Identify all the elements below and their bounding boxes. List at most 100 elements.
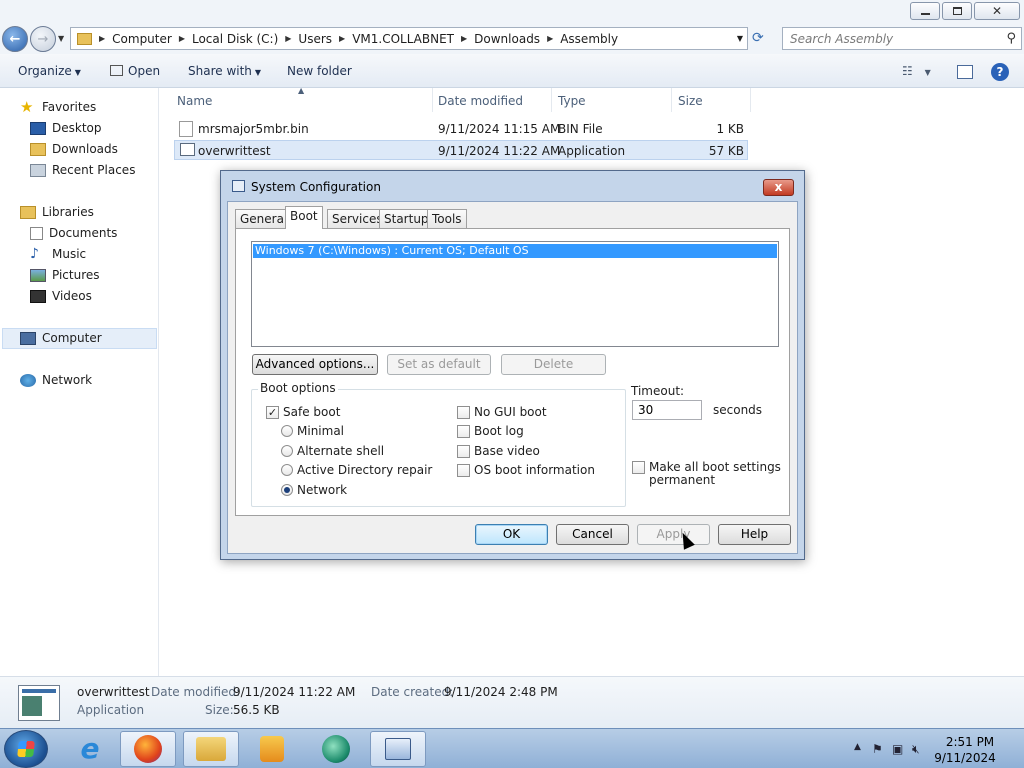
nav-desktop[interactable]: Desktop	[30, 121, 102, 135]
details-file-name: overwrittest	[77, 685, 150, 699]
details-size-label: Size:	[205, 703, 234, 717]
clock-time[interactable]: 2:51 PM	[940, 735, 1000, 749]
chevron-up-icon[interactable]: ▲	[854, 742, 861, 752]
breadcrumb-user[interactable]: VM1.COLLABNET	[352, 32, 454, 46]
search-input[interactable]: Search Assembly ⚲	[782, 27, 1022, 50]
network-radio[interactable]: Network	[281, 483, 347, 497]
column-separator[interactable]	[750, 88, 751, 112]
breadcrumb-assembly[interactable]: Assembly	[560, 32, 618, 46]
advanced-options-button[interactable]: Advanced options...	[252, 354, 378, 375]
column-separator[interactable]	[432, 88, 433, 112]
taskbar-system-configuration[interactable]	[370, 731, 426, 767]
column-name[interactable]: Name	[177, 94, 212, 108]
chevron-down-icon[interactable]: ▼	[737, 34, 743, 43]
breadcrumb-downloads[interactable]: Downloads	[474, 32, 540, 46]
taskbar-explorer[interactable]	[183, 731, 239, 767]
organize-button[interactable]: Organize ▼	[18, 64, 81, 78]
help-icon[interactable]: ?	[991, 63, 1009, 81]
os-boot-information-checkbox[interactable]: OS boot information	[457, 463, 595, 477]
details-date-modified: 9/11/2024 11:22 AM	[233, 685, 356, 699]
nav-computer[interactable]: Computer	[20, 331, 102, 345]
file-row-selected[interactable]: overwrittest 9/11/2024 11:22 AM Applicat…	[174, 140, 748, 160]
file-row[interactable]: mrsmajor5mbr.bin 9/11/2024 11:15 AM BIN …	[174, 119, 748, 139]
back-button[interactable]: ←	[2, 26, 28, 52]
nav-network[interactable]: Network	[20, 373, 92, 387]
application-icon	[18, 685, 60, 721]
forward-button[interactable]: →	[30, 26, 56, 52]
taskbar-internet-explorer[interactable]: e	[62, 731, 118, 767]
alternate-shell-radio[interactable]: Alternate shell	[281, 444, 384, 458]
recent-pages-chevron-icon[interactable]: ▼	[58, 34, 64, 43]
chevron-down-icon: ▼	[74, 68, 81, 77]
search-icon[interactable]: ⚲	[1006, 31, 1016, 46]
details-date-created-label: Date created:	[371, 685, 454, 699]
preview-pane-icon[interactable]	[957, 65, 973, 79]
column-size[interactable]: Size	[678, 94, 703, 108]
column-date-modified[interactable]: Date modified	[438, 94, 523, 108]
column-separator[interactable]	[551, 88, 552, 112]
nav-libraries[interactable]: Libraries	[20, 205, 94, 219]
column-separator[interactable]	[671, 88, 672, 112]
nav-pictures[interactable]: Pictures	[30, 268, 100, 282]
no-gui-boot-checkbox[interactable]: No GUI boot	[457, 405, 547, 419]
firefox-icon	[134, 735, 162, 763]
timeout-input[interactable]	[632, 400, 702, 420]
address-bar[interactable]: ▶ Computer ▶ Local Disk (C:) ▶ Users ▶ V…	[70, 27, 748, 50]
base-video-checkbox[interactable]: Base video	[457, 444, 540, 458]
chevron-right-icon[interactable]: ▶	[547, 34, 553, 43]
share-with-button[interactable]: Share with ▼	[188, 64, 261, 78]
help-button[interactable]: Help	[718, 524, 791, 545]
tab-boot[interactable]: Boot	[285, 206, 323, 229]
chevron-right-icon[interactable]: ▶	[461, 34, 467, 43]
breadcrumb-computer[interactable]: Computer	[112, 32, 172, 46]
nav-recent-places[interactable]: Recent Places	[30, 163, 135, 177]
set-as-default-button[interactable]: Set as default	[387, 354, 491, 375]
taskbar-app[interactable]	[308, 731, 364, 767]
new-folder-button[interactable]: New folder	[287, 64, 352, 78]
chevron-right-icon[interactable]: ▶	[339, 34, 345, 43]
minimize-button[interactable]	[910, 2, 940, 20]
chevron-right-icon[interactable]: ▶	[179, 34, 185, 43]
desktop-icon	[30, 121, 46, 135]
tab-startup[interactable]: Startup	[379, 209, 434, 228]
network-label: Network	[297, 483, 348, 497]
start-button[interactable]	[4, 730, 48, 768]
taskbar: e ▲ ⚑ ▣ 🔇︎ 2:51 PM 9/11/2024	[0, 728, 1024, 768]
safe-boot-checkbox[interactable]: ✓ Safe boot	[266, 405, 340, 419]
nav-music[interactable]: ♪ Music	[30, 247, 87, 262]
chevron-right-icon[interactable]: ▶	[285, 34, 291, 43]
cancel-button[interactable]: Cancel	[556, 524, 629, 545]
open-button[interactable]: Open	[110, 64, 160, 78]
boot-log-checkbox[interactable]: Boot log	[457, 424, 524, 438]
delete-button[interactable]: Delete	[501, 354, 606, 375]
flag-icon[interactable]: ⚑	[872, 742, 883, 756]
taskbar-media-player[interactable]	[244, 731, 300, 767]
navigation-pane: ★ Favorites Desktop Downloads Recent Plac…	[0, 88, 159, 676]
views-button[interactable]: ☷ ▼	[902, 64, 931, 78]
os-list-item[interactable]: Windows 7 (C:\Windows) : Current OS; Def…	[253, 244, 777, 258]
minimal-radio[interactable]: Minimal	[281, 424, 344, 438]
apply-button[interactable]: Apply	[637, 524, 710, 545]
close-button[interactable]: ✕	[974, 2, 1020, 20]
refresh-icon[interactable]: ⟳	[752, 30, 764, 46]
network-tray-icon[interactable]: ▣	[892, 742, 903, 756]
breadcrumb-local-disk[interactable]: Local Disk (C:)	[192, 32, 278, 46]
active-directory-repair-radio[interactable]: Active Directory repair	[281, 463, 432, 477]
tab-tools[interactable]: Tools	[427, 209, 467, 228]
nav-documents[interactable]: Documents	[30, 226, 117, 240]
volume-muted-icon[interactable]: 🔇︎	[912, 742, 920, 757]
make-permanent-checkbox[interactable]: Make all boot settings permanent	[632, 461, 781, 487]
ok-button[interactable]: OK	[475, 524, 548, 545]
nav-favorites[interactable]: ★ Favorites	[20, 99, 96, 114]
os-list[interactable]: Windows 7 (C:\Windows) : Current OS; Def…	[251, 241, 779, 347]
breadcrumb-users[interactable]: Users	[298, 32, 332, 46]
clock-date[interactable]: 9/11/2024	[930, 751, 1000, 765]
dialog-close-button[interactable]: x	[763, 179, 794, 196]
nav-downloads[interactable]: Downloads	[30, 142, 118, 156]
column-type[interactable]: Type	[558, 94, 586, 108]
tab-general[interactable]: General	[235, 209, 293, 228]
taskbar-firefox[interactable]	[120, 731, 176, 767]
nav-videos[interactable]: Videos	[30, 289, 92, 303]
restore-button[interactable]	[942, 2, 972, 20]
nav-music-label: Music	[52, 247, 87, 261]
